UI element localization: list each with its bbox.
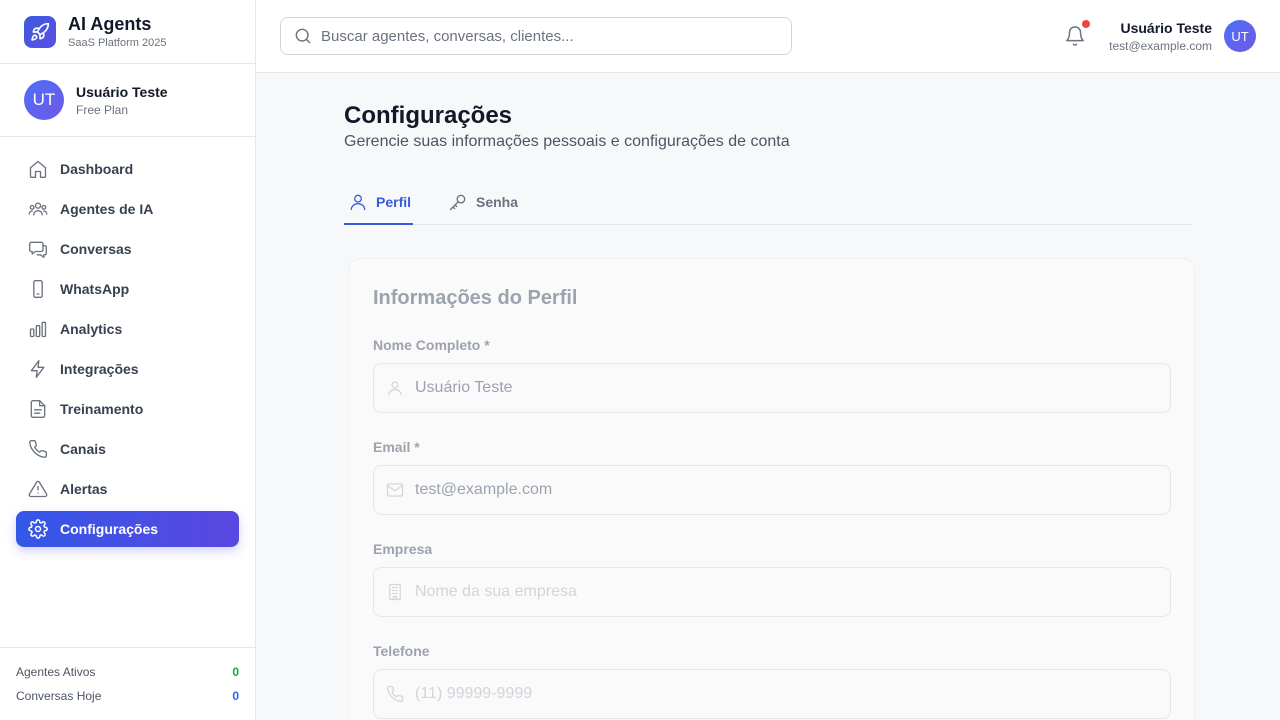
sidebar-item-label: Canais — [60, 441, 106, 457]
name-field[interactable] — [373, 363, 1171, 413]
name-input[interactable] — [415, 379, 1155, 397]
sidebar-item-label: Alertas — [60, 481, 108, 497]
tab-label: Perfil — [376, 194, 412, 210]
lightning-icon — [28, 359, 48, 379]
phone-input[interactable] — [415, 685, 1155, 703]
company-field[interactable] — [373, 567, 1171, 617]
page-subtitle: Gerencie suas informações pessoais e con… — [344, 133, 790, 150]
sidebar-item-canais[interactable]: Canais — [16, 431, 239, 467]
sidebar-item-label: Integrações — [60, 361, 139, 377]
notification-dot — [1082, 20, 1090, 28]
header-user-email: test@example.com — [1109, 39, 1212, 53]
stat-value: 0 — [232, 665, 239, 679]
sidebar-item-whatsapp[interactable]: WhatsApp — [16, 271, 239, 307]
card-title: Informações do Perfil — [373, 287, 578, 309]
rocket-icon — [24, 15, 56, 48]
brand-title: AI Agents — [68, 13, 152, 34]
sidebar-user[interactable]: UT Usuário Teste Free Plan — [0, 64, 255, 137]
header-user[interactable]: Usuário Teste test@example.com — [1109, 18, 1212, 54]
document-icon — [28, 399, 48, 419]
tab-label: Senha — [476, 194, 519, 210]
sidebar-item-conversas[interactable]: Conversas — [16, 231, 239, 267]
top-header: Usuário Teste test@example.com UT — [256, 0, 1280, 73]
tab-perfil[interactable]: Perfil — [344, 190, 413, 225]
users-icon — [28, 199, 48, 219]
sidebar-item-label: Dashboard — [60, 161, 134, 177]
phone-icon — [28, 439, 48, 459]
sidebar-item-agentes[interactable]: Agentes de IA — [16, 191, 239, 227]
sidebar-user-plan: Free Plan — [76, 102, 129, 117]
avatar: UT — [24, 80, 64, 120]
sidebar-item-label: Configurações — [60, 521, 159, 537]
home-icon — [28, 159, 48, 179]
settings-tabs: Perfil Senha — [344, 190, 1192, 225]
bell-icon[interactable] — [1064, 25, 1086, 47]
phone-icon — [386, 685, 404, 703]
field-label-phone: Telefone — [373, 643, 430, 659]
chat-icon — [28, 239, 48, 259]
stat-label: Conversas Hoje — [16, 689, 102, 703]
phone-field[interactable] — [373, 669, 1171, 719]
sidebar-item-label: Treinamento — [60, 401, 144, 417]
sidebar-item-integracoes[interactable]: Integrações — [16, 351, 239, 387]
sidebar-item-alertas[interactable]: Alertas — [16, 471, 239, 507]
email-field[interactable] — [373, 465, 1171, 515]
company-input[interactable] — [415, 583, 1155, 601]
sidebar-user-name: Usuário Teste — [76, 83, 168, 100]
user-icon — [348, 192, 368, 212]
field-label-company: Empresa — [373, 541, 433, 557]
sidebar-item-label: Analytics — [60, 321, 123, 337]
brand: AI Agents SaaS Platform 2025 — [0, 0, 255, 64]
bar-chart-icon — [28, 319, 48, 339]
stat-active-agents: Agentes Ativos 0 — [16, 660, 239, 684]
mail-icon — [386, 481, 404, 499]
brand-subtitle: SaaS Platform 2025 — [68, 36, 167, 49]
key-icon — [448, 192, 468, 212]
sidebar-item-dashboard[interactable]: Dashboard — [16, 151, 239, 187]
building-icon — [386, 583, 404, 601]
phone-device-icon — [28, 279, 48, 299]
sidebar-item-analytics[interactable]: Analytics — [16, 311, 239, 347]
search-bar[interactable] — [280, 17, 792, 55]
sidebar: AI Agents SaaS Platform 2025 UT Usuário … — [0, 0, 256, 720]
sidebar-item-label: Conversas — [60, 241, 132, 257]
profile-card: Informações do Perfil Nome Completo * Em… — [348, 258, 1195, 720]
sidebar-nav: Dashboard Agentes de IA Conversas WhatsA… — [0, 137, 255, 547]
sidebar-item-treinamento[interactable]: Treinamento — [16, 391, 239, 427]
email-input[interactable] — [415, 481, 1155, 499]
user-icon — [386, 379, 404, 397]
page-title: Configurações — [344, 102, 513, 129]
sidebar-item-label: Agentes de IA — [60, 201, 154, 217]
gear-icon — [28, 519, 48, 539]
field-label-name: Nome Completo * — [373, 337, 490, 353]
warning-icon — [28, 479, 48, 499]
sidebar-item-label: WhatsApp — [60, 281, 130, 297]
field-label-email: Email * — [373, 439, 420, 455]
avatar[interactable]: UT — [1224, 20, 1256, 52]
search-input[interactable] — [321, 27, 761, 45]
stat-conversations-today: Conversas Hoje 0 — [16, 684, 239, 708]
search-icon — [293, 26, 313, 46]
header-user-name: Usuário Teste — [1120, 20, 1212, 36]
sidebar-item-configuracoes[interactable]: Configurações — [16, 511, 239, 547]
tab-senha[interactable]: Senha — [448, 190, 518, 225]
sidebar-stats: Agentes Ativos 0 Conversas Hoje 0 — [0, 647, 255, 720]
stat-label: Agentes Ativos — [16, 665, 96, 679]
stat-value: 0 — [232, 689, 239, 703]
